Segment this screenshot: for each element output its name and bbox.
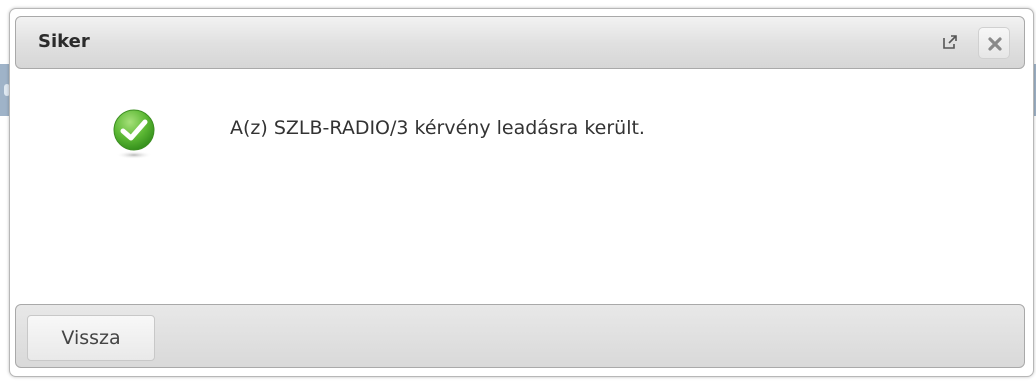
- close-icon: [988, 37, 1002, 51]
- external-link-icon[interactable]: [941, 33, 959, 51]
- dialog-footer: Vissza: [15, 304, 1025, 368]
- dialog-title: Siker: [38, 31, 90, 52]
- success-check-icon: [110, 107, 158, 161]
- dialog-titlebar: Siker: [15, 16, 1025, 69]
- dialog-content: A(z) SZLB-RADIO/3 kérvény leadásra kerül…: [15, 69, 1025, 304]
- close-button[interactable]: [978, 27, 1010, 59]
- back-button[interactable]: Vissza: [27, 315, 155, 361]
- dialog-message: A(z) SZLB-RADIO/3 kérvény leadásra kerül…: [230, 117, 645, 139]
